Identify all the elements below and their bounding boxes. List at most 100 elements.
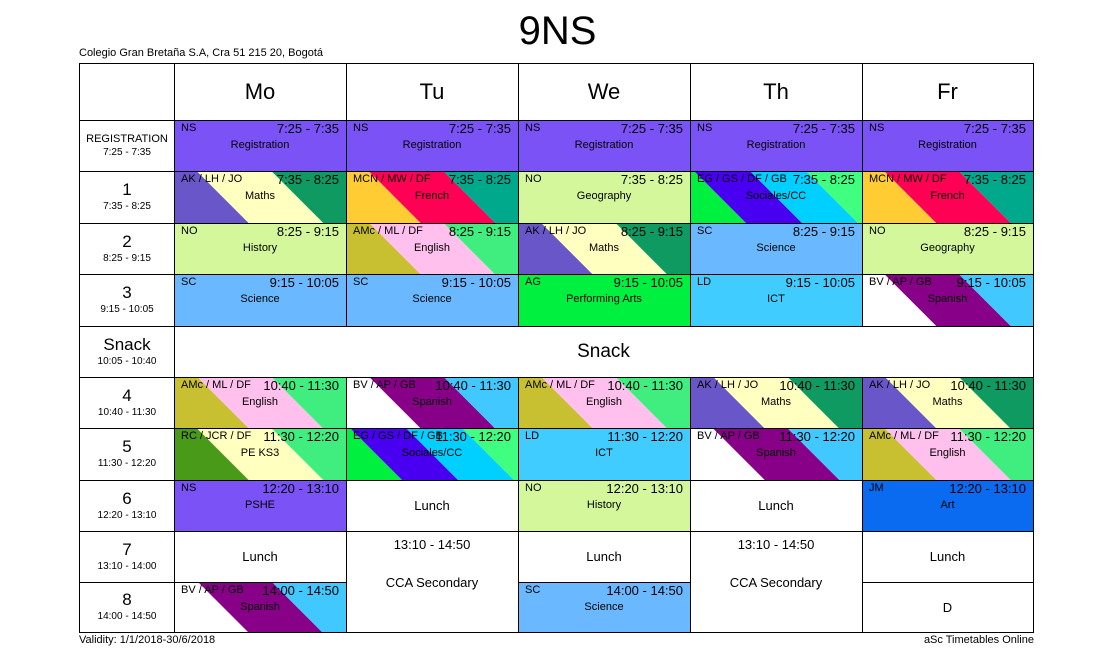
lesson-cell[interactable]: NO 12:20 - 13:10 History (518, 480, 690, 531)
period-header: 3 9:15 - 10:05 (80, 274, 174, 326)
lesson-cell[interactable]: AMc / ML / DF 8:25 - 9:15 English (346, 223, 518, 274)
teacher-initials: NO (181, 225, 198, 237)
lesson-cell[interactable]: BV / AP / GB 14:00 - 14:50 Spanish (174, 582, 346, 632)
lesson-cell[interactable]: JM 12:20 - 13:10 Art (862, 480, 1033, 531)
lesson-time: 7:25 - 7:35 (620, 121, 683, 136)
cca-time: 13:10 - 14:50 (737, 537, 815, 552)
lesson-cell[interactable]: NS 7:25 - 7:35 Registration (346, 120, 518, 171)
lesson-cell[interactable]: AG 9:15 - 10:05 Performing Arts (518, 274, 690, 326)
lesson-time: 12:20 - 13:10 (949, 481, 1026, 496)
lesson-cell[interactable]: MCN / MW / DF 7:35 - 8:25 French (346, 171, 518, 223)
subject-name: Science (584, 601, 624, 613)
lesson-time: 10:40 - 11:30 (435, 378, 511, 393)
lesson-cell[interactable]: NS 7:25 - 7:35 Registration (518, 120, 690, 171)
teacher-initials: SC (181, 276, 197, 288)
grid-line-horizontal (80, 274, 1033, 275)
lesson-cell[interactable]: NO 7:35 - 8:25 Geography (518, 171, 690, 223)
teacher-initials: AK / LH / JO (525, 225, 587, 237)
lesson-cell[interactable]: EG / GS / DF / GB 7:35 - 8:25 Sociales/CC (690, 171, 862, 223)
lesson-cell[interactable]: BV / AP / GB 10:40 - 11:30 Spanish (346, 377, 518, 428)
teacher-initials: AMc / ML / DF (181, 379, 251, 391)
plain-cell[interactable]: Lunch (690, 480, 862, 531)
day-header-mo: Mo (174, 64, 346, 120)
subject-name: Maths (932, 396, 963, 408)
subject-name: ICT (767, 293, 785, 305)
cca-name: CCA Secondary (385, 575, 479, 590)
subject-name: History (586, 499, 622, 511)
lesson-cell[interactable]: BV / AP / GB 11:30 - 12:20 Spanish (690, 428, 862, 480)
lesson-cell[interactable]: BV / AP / GB 9:15 - 10:05 Spanish (862, 274, 1033, 326)
period-time: 12:20 - 13:10 (97, 509, 157, 521)
lesson-cell[interactable]: NS 7:25 - 7:35 Registration (862, 120, 1033, 171)
lesson-time: 11:30 - 12:20 (779, 429, 855, 444)
lesson-cell[interactable]: LD 11:30 - 12:20 ICT (518, 428, 690, 480)
teacher-initials: LD (525, 430, 540, 442)
subject-name: Geography (576, 190, 632, 202)
cca-cell[interactable]: 13:10 - 14:50 CCA Secondary (690, 531, 862, 632)
lesson-time: 9:15 - 10:05 (956, 275, 1026, 290)
lesson-cell[interactable]: NS 7:25 - 7:35 Registration (690, 120, 862, 171)
lesson-cell[interactable]: AK / LH / JO 7:35 - 8:25 Maths (174, 171, 346, 223)
lesson-cell[interactable]: RC / JCR / DF 11:30 - 12:20 PE KS3 (174, 428, 346, 480)
teacher-initials: AMc / ML / DF (869, 430, 939, 442)
lesson-cell[interactable]: NO 8:25 - 9:15 History (174, 223, 346, 274)
lesson-cell[interactable]: AMc / ML / DF 10:40 - 11:30 English (174, 377, 346, 428)
corner-cell (80, 64, 174, 120)
plain-cell[interactable]: Lunch (862, 531, 1033, 582)
teacher-initials: NS (181, 482, 197, 494)
lesson-time: 7:35 - 8:25 (276, 172, 339, 187)
grid-line-horizontal (80, 582, 346, 583)
lesson-cell[interactable]: SC 9:15 - 10:05 Science (174, 274, 346, 326)
grid-line-vertical (862, 64, 863, 326)
lesson-cell[interactable]: NS 7:25 - 7:35 Registration (174, 120, 346, 171)
lesson-cell[interactable]: AMc / ML / DF 11:30 - 12:20 English (862, 428, 1033, 480)
lesson-cell[interactable]: EG / GS / DF / GB 11:30 - 12:20 Sociales/C… (346, 428, 518, 480)
teacher-initials: NS (869, 122, 885, 134)
period-time: 9:15 - 10:05 (100, 304, 154, 315)
plain-cell[interactable]: Lunch (174, 531, 346, 582)
teacher-initials: SC (353, 276, 369, 288)
lesson-time: 11:30 - 12:20 (435, 429, 511, 444)
lesson-cell[interactable]: SC 8:25 - 9:15 Science (690, 223, 862, 274)
period-header: 7 13:10 - 14:00 (80, 531, 174, 582)
subject-name: English (413, 242, 451, 254)
cca-cell[interactable]: 13:10 - 14:50 CCA Secondary (346, 531, 518, 632)
period-name: 6 (122, 488, 132, 508)
teacher-initials: NS (697, 122, 713, 134)
subject-name: French (414, 190, 450, 202)
teacher-initials: BV / AP / GB (697, 430, 760, 442)
teacher-initials: BV / AP / GB (869, 276, 932, 288)
lesson-time: 7:35 - 8:25 (448, 172, 511, 187)
grid-line-horizontal (80, 480, 1033, 481)
lesson-cell[interactable]: NS 12:20 - 13:10 PSHE (174, 480, 346, 531)
lesson-cell[interactable]: SC 14:00 - 14:50 Science (518, 582, 690, 632)
grid-line-horizontal (80, 171, 1033, 172)
subject-name: Registration (574, 139, 634, 151)
lesson-cell[interactable]: LD 9:15 - 10:05 ICT (690, 274, 862, 326)
plain-cell[interactable]: Lunch (346, 480, 518, 531)
lesson-cell[interactable]: MCN / MW / DF 7:35 - 8:25 French (862, 171, 1033, 223)
lesson-cell[interactable]: AMc / ML / DF 10:40 - 11:30 English (518, 377, 690, 428)
period-time: 14:00 - 14:50 (97, 611, 157, 622)
subject-name: Registration (918, 139, 977, 151)
lesson-cell[interactable]: NO 8:25 - 9:15 Geography (862, 223, 1033, 274)
subject-name: PSHE (245, 499, 275, 511)
grid-line-vertical (346, 64, 347, 326)
teacher-initials: NS (353, 122, 369, 134)
period-time: 11:30 - 12:20 (97, 458, 157, 469)
lesson-time: 8:25 - 9:15 (620, 224, 683, 239)
period-time: 13:10 - 14:00 (97, 560, 157, 572)
lesson-time: 7:35 - 8:25 (792, 172, 855, 187)
period-name: 5 (122, 437, 132, 456)
subject-name: English (241, 396, 279, 408)
lesson-cell[interactable]: SC 9:15 - 10:05 Science (346, 274, 518, 326)
grid-line-vertical (690, 64, 691, 326)
lesson-cell[interactable]: AK / LH / JO 10:40 - 11:30 Maths (690, 377, 862, 428)
plain-cell[interactable]: Lunch (518, 531, 690, 582)
lesson-cell[interactable]: AK / LH / JO 10:40 - 11:30 Maths (862, 377, 1033, 428)
lesson-cell[interactable]: AK / LH / JO 8:25 - 9:15 Maths (518, 223, 690, 274)
lesson-time: 7:35 - 8:25 (620, 172, 683, 187)
subject-name: PE KS3 (240, 447, 280, 459)
plain-cell[interactable]: D (862, 582, 1033, 632)
teacher-initials: BV / AP / GB (353, 379, 416, 391)
